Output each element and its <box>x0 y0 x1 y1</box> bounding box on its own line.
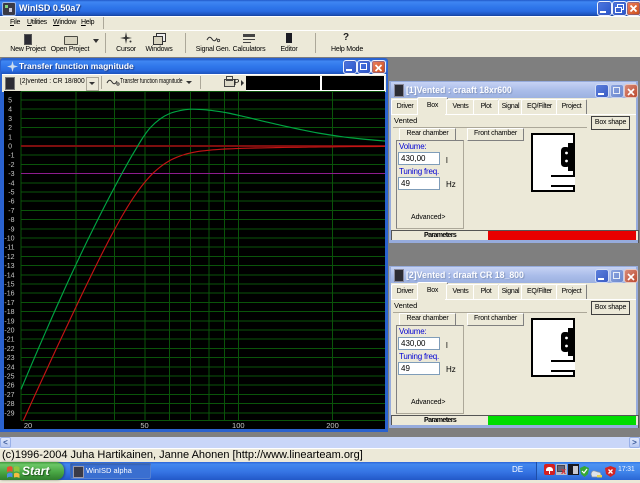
svg-text:-12: -12 <box>4 254 14 261</box>
svg-text:200: 200 <box>326 421 339 429</box>
svg-text:-25: -25 <box>4 374 14 381</box>
svg-text:-18: -18 <box>4 309 14 316</box>
svg-text:100: 100 <box>232 421 245 429</box>
svg-text:-21: -21 <box>4 337 14 344</box>
svg-text:-15: -15 <box>4 282 14 289</box>
svg-text:3: 3 <box>8 116 12 123</box>
svg-text:-7: -7 <box>8 208 14 215</box>
svg-text:50: 50 <box>140 421 148 429</box>
svg-text:-28: -28 <box>4 401 14 408</box>
svg-text:-5: -5 <box>8 190 14 197</box>
svg-text:-8: -8 <box>8 217 14 224</box>
svg-text:-29: -29 <box>4 410 14 417</box>
svg-text:-9: -9 <box>8 226 14 233</box>
svg-text:-17: -17 <box>4 300 14 307</box>
svg-text:-6: -6 <box>8 199 14 206</box>
svg-text:-4: -4 <box>8 180 14 187</box>
svg-text:5: 5 <box>8 98 12 105</box>
svg-text:-22: -22 <box>4 346 14 353</box>
svg-text:-24: -24 <box>4 364 14 371</box>
svg-text:-1: -1 <box>8 153 14 160</box>
svg-text:4: 4 <box>8 107 12 114</box>
svg-text:-26: -26 <box>4 383 14 390</box>
svg-text:-16: -16 <box>4 291 14 298</box>
svg-text:-11: -11 <box>5 245 15 252</box>
svg-text:-27: -27 <box>4 392 14 399</box>
svg-text:1: 1 <box>8 134 12 141</box>
svg-text:-23: -23 <box>4 355 14 362</box>
svg-text:-10: -10 <box>4 236 14 243</box>
svg-text:2: 2 <box>8 125 12 132</box>
svg-text:-20: -20 <box>4 328 14 335</box>
svg-text:0: 0 <box>8 144 12 151</box>
svg-text:-2: -2 <box>8 162 14 169</box>
svg-text:20: 20 <box>24 421 32 429</box>
svg-text:-13: -13 <box>4 263 14 270</box>
svg-text:-14: -14 <box>4 272 14 279</box>
svg-text:-3: -3 <box>8 171 14 178</box>
svg-text:-19: -19 <box>4 318 14 325</box>
